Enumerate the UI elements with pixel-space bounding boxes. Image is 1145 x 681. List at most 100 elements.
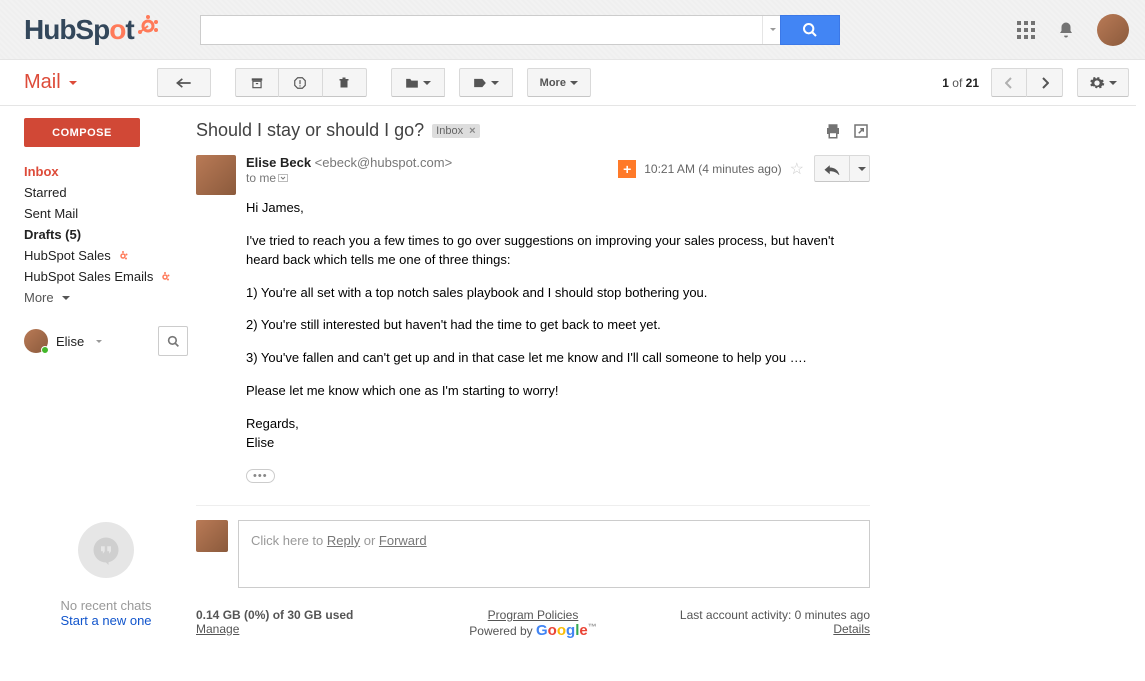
program-policies-link[interactable]: Program Policies [488,608,579,622]
sidebar: COMPOSE Inbox Starred Sent Mail Drafts (5) H… [0,105,196,649]
notifications-icon[interactable] [1057,21,1075,39]
sidebar-item-hubspot-sales[interactable]: HubSpot Sales [24,245,188,266]
chat-self-row[interactable]: Elise [24,326,188,362]
body-paragraph: Regards,Elise [246,415,870,453]
archive-icon [250,76,264,90]
self-avatar-reply [196,520,228,552]
mail-switcher[interactable]: Mail [24,71,77,94]
hubspot-logo[interactable]: HubSpot [24,14,160,46]
gear-icon [1089,75,1105,91]
account-avatar[interactable] [1097,14,1129,46]
search-options-dropdown[interactable] [762,16,780,44]
manage-storage-link[interactable]: Manage [196,622,239,636]
chevron-right-icon [1041,77,1049,89]
spam-button[interactable] [279,68,323,97]
search-icon [167,335,180,348]
sidebar-item-drafts-5-[interactable]: Drafts (5) [24,224,188,245]
email-subject: Should I stay or should I go? [196,120,424,141]
google-logo: Google™ [536,622,597,639]
sidebar-item-hubspot-sales-emails[interactable]: HubSpot Sales Emails [24,266,188,287]
search-form [200,15,840,45]
show-trimmed-button[interactable]: ••• [246,469,275,483]
sprocket-icon [136,14,160,38]
popout-icon [852,122,870,140]
action-group-2 [391,68,445,97]
sidebar-item-sent-mail[interactable]: Sent Mail [24,203,188,224]
remove-label-icon[interactable]: × [469,125,475,137]
details-dropdown-icon[interactable] [278,174,288,182]
older-button[interactable] [1027,68,1063,97]
label-chip-inbox[interactable]: Inbox× [432,124,479,138]
star-button[interactable]: ☆ [790,159,804,179]
chevron-left-icon [1005,77,1013,89]
forward-link[interactable]: Forward [379,533,427,548]
sidebar-more[interactable]: More [24,287,188,308]
message: Elise Beck <ebeck@hubspot.com> to me + 1… [196,155,870,506]
app-header: HubSpot [0,0,1145,60]
hangouts-icon [78,522,134,578]
body-paragraph: 1) You're all set with a top notch sales… [246,284,870,303]
labels-button[interactable] [459,68,513,97]
trash-icon [338,76,350,90]
chat-search-button[interactable] [158,326,188,356]
body-paragraph: 2) You're still interested but haven't h… [246,316,870,335]
presence-indicator [41,346,49,354]
folder-icon [405,77,419,89]
hubspot-track-button[interactable]: + [618,160,636,178]
delete-button[interactable] [323,68,367,97]
sender-avatar[interactable] [196,155,236,195]
search-input[interactable] [201,16,762,44]
newer-button[interactable] [991,68,1027,97]
action-group-1 [235,68,367,97]
reply-link[interactable]: Reply [327,533,360,548]
reply-compose-box[interactable]: Click here to Reply or Forward [238,520,870,588]
details-link[interactable]: Details [833,622,870,636]
body-paragraph: 3) You've fallen and can't get up and in… [246,349,870,368]
hangouts-panel: No recent chats Start a new one [24,522,188,628]
settings-button[interactable] [1077,68,1129,97]
spam-icon [293,76,307,90]
reply-button[interactable] [814,155,850,182]
print-icon [824,122,842,140]
message-view: Should I stay or should I go? Inbox× Eli… [196,105,876,649]
archive-button[interactable] [235,68,279,97]
self-name: Elise [56,334,84,349]
compose-button[interactable]: COMPOSE [24,118,140,147]
sidebar-item-label: Sent Mail [24,206,78,221]
sprocket-icon [159,271,171,283]
reply-icon [823,163,841,175]
back-button[interactable] [157,68,211,97]
self-avatar [24,329,48,353]
more-button[interactable]: More [527,68,591,97]
recipient-line[interactable]: to me [246,171,452,185]
sender-line: Elise Beck <ebeck@hubspot.com> [246,155,452,170]
storage-text: 0.14 GB (0%) of 30 GB used [196,608,353,622]
right-gutter [876,105,1136,649]
body-paragraph: I've tried to reach you a few times to g… [246,232,870,270]
sprocket-icon [117,250,129,262]
sidebar-item-label: Inbox [24,164,59,179]
sidebar-item-label: Drafts (5) [24,227,81,242]
body-paragraph: Please let me know which one as I'm star… [246,382,870,401]
pagination-nav [991,68,1063,97]
print-button[interactable] [824,122,842,140]
sidebar-item-label: Starred [24,185,67,200]
tag-icon [473,77,487,89]
apps-icon[interactable] [1017,21,1035,39]
body-paragraph: Hi James, [246,199,870,218]
message-count: 1 of 21 [942,76,979,90]
hangouts-start-link[interactable]: Start a new one [60,613,151,628]
footer: 0.14 GB (0%) of 30 GB used Manage Progra… [196,608,870,639]
sidebar-item-label: HubSpot Sales [24,248,111,263]
back-arrow-icon [174,76,194,90]
sidebar-item-starred[interactable]: Starred [24,182,188,203]
hangouts-empty-text: No recent chats [24,598,188,613]
toolbar: Mail More 1 of 21 [0,60,1145,105]
reply-more-button[interactable] [850,155,870,182]
sidebar-item-inbox[interactable]: Inbox [24,161,188,182]
search-button[interactable] [780,15,840,45]
sidebar-item-label: HubSpot Sales Emails [24,269,153,284]
open-new-window-button[interactable] [852,122,870,140]
move-to-button[interactable] [391,68,445,97]
activity-text: Last account activity: 0 minutes ago [680,608,870,622]
